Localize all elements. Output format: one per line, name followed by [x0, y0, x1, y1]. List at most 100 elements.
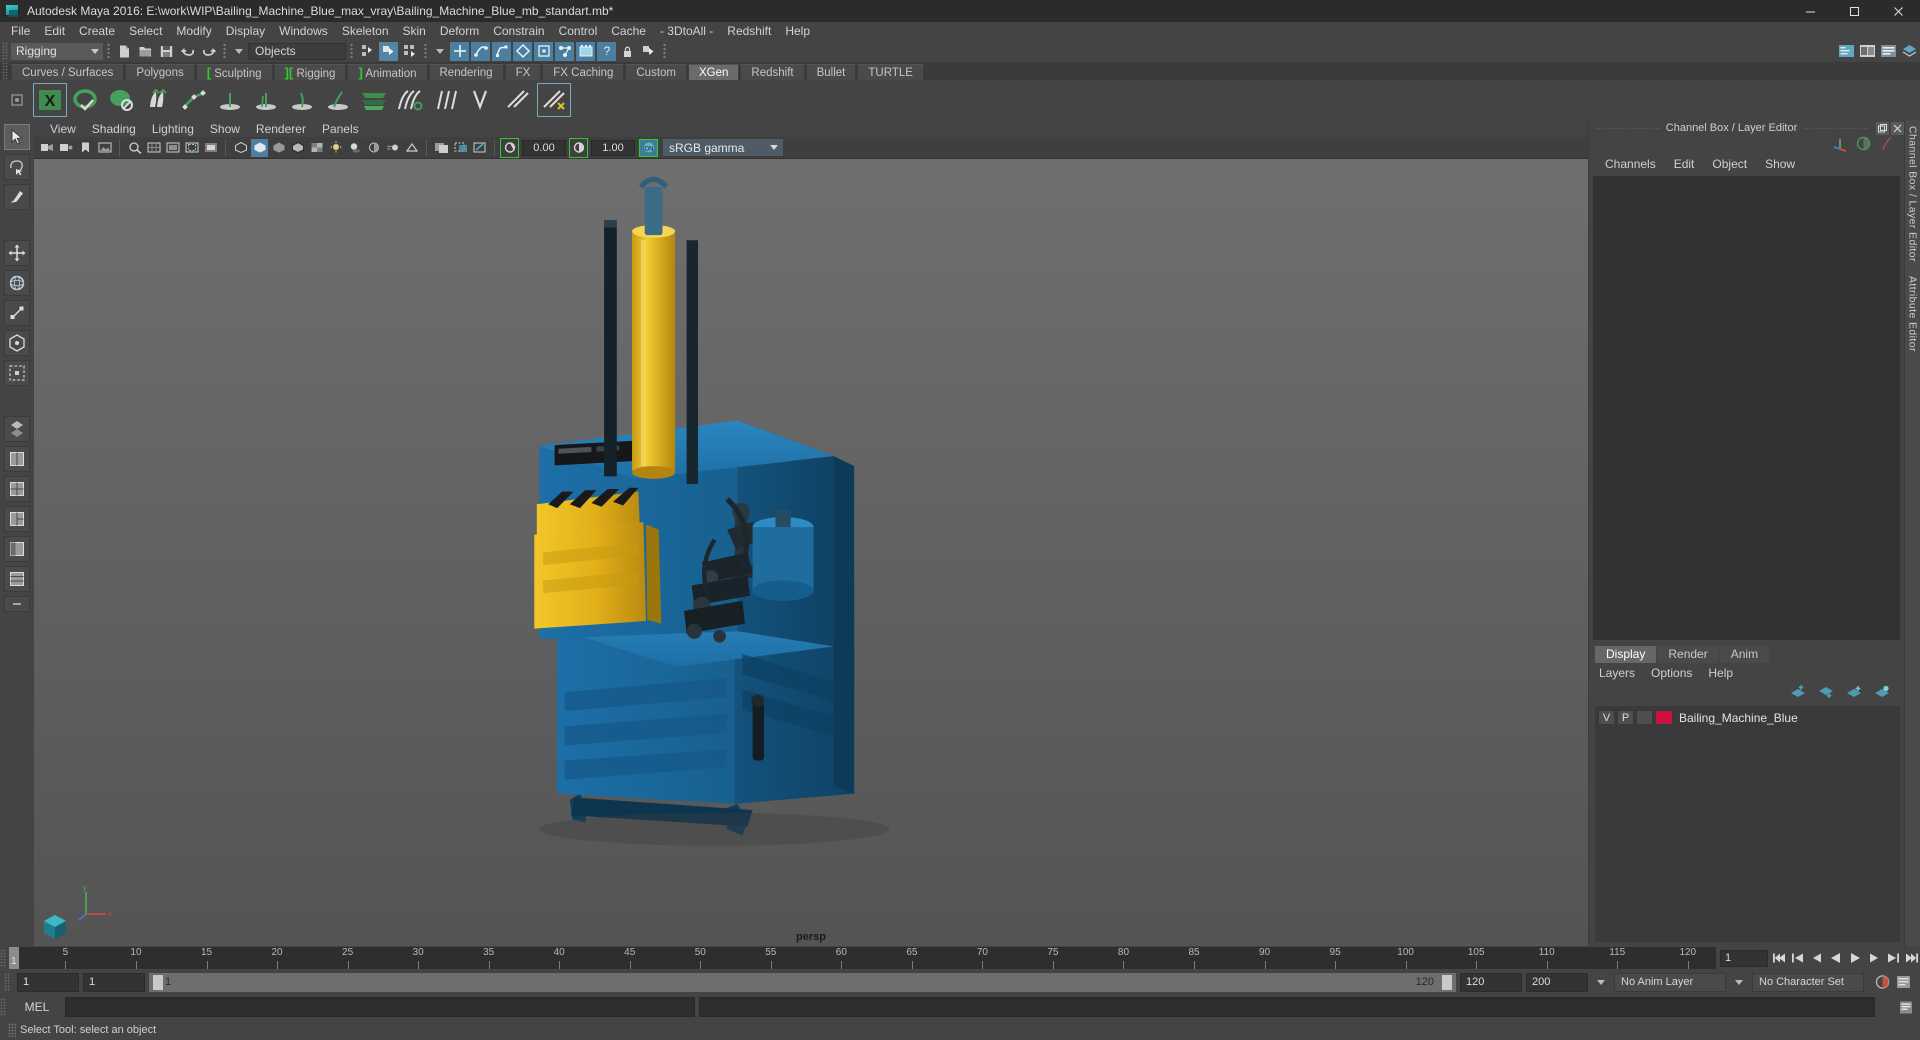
layout-persp-outliner[interactable]: [4, 536, 30, 562]
select-component-icon[interactable]: [400, 42, 419, 61]
snap-point-icon[interactable]: [492, 41, 511, 61]
snap-curve-icon[interactable]: [471, 41, 490, 61]
go-to-end-icon[interactable]: [1903, 949, 1920, 967]
grid-toggle-icon[interactable]: [145, 139, 162, 157]
help-line-grip[interactable]: [8, 1023, 16, 1037]
shelf-tab-rendering[interactable]: Rendering: [428, 64, 504, 80]
render-view-icon[interactable]: [576, 41, 595, 61]
layer-row[interactable]: V P Bailing_Machine_Blue: [1595, 709, 1900, 726]
channel-box-menu-channels[interactable]: Channels: [1597, 157, 1664, 171]
model-bailing-machine-blue[interactable]: [34, 159, 1588, 946]
gamma-field[interactable]: 1.00: [591, 139, 635, 156]
selection-mask-chevron-icon[interactable]: [235, 48, 243, 54]
gamma-icon[interactable]: [569, 137, 588, 158]
shaded-wireframe-icon[interactable]: [289, 139, 306, 157]
tab-render[interactable]: Render: [1657, 646, 1719, 663]
channel-box-content[interactable]: [1593, 176, 1900, 640]
construction-history-icon[interactable]: [555, 41, 574, 61]
shelf-tab-bullet[interactable]: Bullet: [805, 64, 857, 80]
new-scene-icon[interactable]: [115, 42, 134, 61]
layer-playback-toggle[interactable]: P: [1617, 710, 1634, 725]
scale-tool[interactable]: [4, 300, 30, 326]
multisample-icon[interactable]: [403, 139, 420, 157]
channel-box-icon[interactable]: [1858, 42, 1877, 61]
anim-layer-chevron-icon[interactable]: [1597, 979, 1605, 985]
range-slider-right-handle[interactable]: [1442, 974, 1452, 990]
xgen-editor-icon[interactable]: X: [33, 83, 67, 117]
gate-mask-icon[interactable]: [202, 139, 219, 157]
minimize-button[interactable]: [1788, 0, 1832, 22]
current-time-indicator[interactable]: 1: [9, 947, 19, 969]
new-layer-icon[interactable]: [1846, 685, 1862, 702]
camera-attributes-icon[interactable]: [58, 139, 75, 157]
channel-box-menu-edit[interactable]: Edit: [1666, 157, 1703, 171]
film-gate-icon[interactable]: [164, 139, 181, 157]
shelf-tab-curves-surfaces[interactable]: Curves / Surfaces: [11, 64, 125, 80]
range-slider[interactable]: 1 120: [149, 972, 1456, 992]
panel-menu-panels[interactable]: Panels: [314, 122, 367, 136]
time-slider-grip[interactable]: [0, 949, 6, 967]
xgen-export-icon[interactable]: [537, 83, 571, 117]
anim-start-field[interactable]: 1: [83, 972, 145, 992]
time-slider-track[interactable]: 1 5 10 15 20 25 30 35 40 45 50 55 60 65 70 75 80 85 90 95 1…: [9, 947, 1716, 969]
xgen-mask-icon[interactable]: [286, 84, 318, 116]
character-set-chevron-icon[interactable]: [1735, 979, 1743, 985]
step-forward-key-icon[interactable]: [1884, 949, 1901, 967]
select-tool[interactable]: [4, 124, 30, 150]
layer-menu-help[interactable]: Help: [1708, 666, 1733, 680]
vertical-tab-channel-box[interactable]: Channel Box / Layer Editor: [1907, 126, 1919, 262]
outliner-icon[interactable]: [1837, 42, 1856, 61]
layout-two-pane[interactable]: [4, 476, 30, 502]
range-slider-left-handle[interactable]: [153, 974, 163, 990]
shelf-grip[interactable]: [2, 62, 8, 80]
xgen-part-icon[interactable]: [466, 84, 498, 116]
layout-four-pane[interactable]: [4, 416, 30, 442]
paint-select-tool[interactable]: [4, 184, 30, 210]
panel-menu-show[interactable]: Show: [202, 122, 248, 136]
arc-toggle-icon[interactable]: [1879, 136, 1894, 154]
axis-manipulator-icon[interactable]: [1832, 136, 1848, 155]
channel-box-menu-object[interactable]: Object: [1704, 157, 1755, 171]
screen-space-ao-icon[interactable]: [365, 139, 382, 157]
shelf-tab-xgen[interactable]: XGen: [688, 64, 740, 80]
character-set-selector[interactable]: No Character Set: [1752, 972, 1864, 992]
layout-three-pane[interactable]: [4, 506, 30, 532]
snap-view-plane-icon[interactable]: [513, 41, 532, 61]
smooth-shade-all-icon[interactable]: [251, 138, 268, 157]
menu-control[interactable]: Control: [552, 22, 605, 40]
layer-editor-toggle-icon[interactable]: [1900, 42, 1919, 61]
panel-menu-renderer[interactable]: Renderer: [248, 122, 314, 136]
select-object-icon[interactable]: [379, 41, 398, 61]
channel-box-menu-show[interactable]: Show: [1757, 157, 1803, 171]
tab-display[interactable]: Display: [1595, 646, 1657, 663]
shelf-tab-fx[interactable]: FX: [504, 64, 542, 80]
menu-modify[interactable]: Modify: [169, 22, 218, 40]
lasso-select-tool[interactable]: [4, 154, 30, 180]
attribute-editor-icon[interactable]: [1879, 42, 1898, 61]
xgen-bake-icon[interactable]: [502, 84, 534, 116]
two-d-pan-zoom-icon[interactable]: [126, 139, 143, 157]
go-to-start-icon[interactable]: [1770, 949, 1787, 967]
move-tool[interactable]: [4, 240, 30, 266]
lock-icon[interactable]: [618, 42, 637, 61]
universal-manipulator[interactable]: [4, 330, 30, 356]
circle-toggle-icon[interactable]: [1856, 136, 1871, 154]
motion-blur-icon[interactable]: [384, 139, 401, 157]
shadows-icon[interactable]: [346, 139, 363, 157]
soft-select-tool[interactable]: [4, 360, 30, 386]
range-start-field[interactable]: 1: [17, 972, 79, 992]
step-forward-frame-icon[interactable]: [1865, 949, 1882, 967]
show-manipulator-icon[interactable]: [639, 42, 658, 61]
shelf-tab-fx-caching[interactable]: FX Caching: [542, 64, 625, 80]
vertical-tab-attribute-editor[interactable]: Attribute Editor: [1907, 276, 1919, 352]
exposure-field[interactable]: 0.00: [522, 139, 566, 156]
menu-deform[interactable]: Deform: [433, 22, 486, 40]
script-editor-icon[interactable]: [1897, 998, 1914, 1016]
xray-joints-icon[interactable]: [471, 139, 488, 157]
resolution-gate-icon[interactable]: [183, 139, 200, 157]
depth-peel-icon[interactable]: [433, 139, 450, 157]
play-backwards-icon[interactable]: [1827, 949, 1844, 967]
toolbar-grip[interactable]: [2, 42, 8, 60]
anim-end-field[interactable]: 120: [1460, 972, 1522, 992]
tab-anim[interactable]: Anim: [1719, 646, 1770, 663]
